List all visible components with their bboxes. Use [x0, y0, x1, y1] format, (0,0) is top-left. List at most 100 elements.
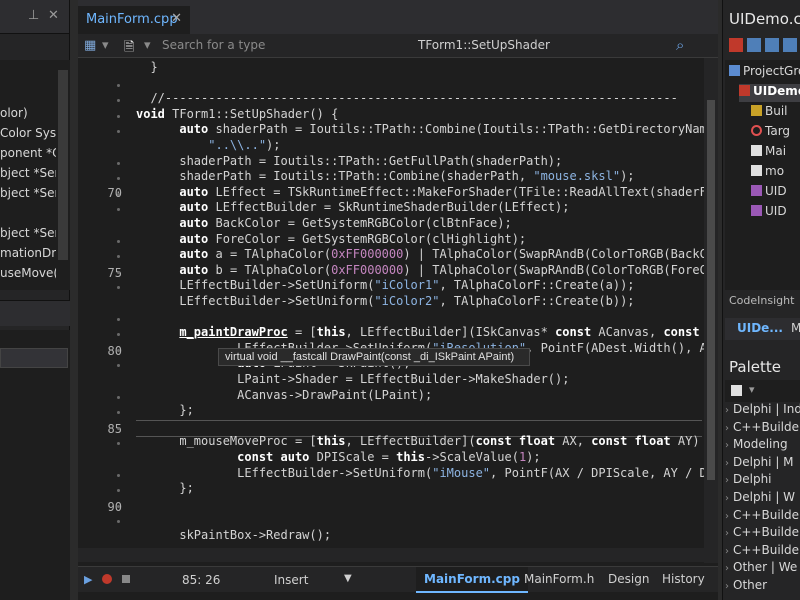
code-area[interactable]: } //------------------------------------…: [136, 58, 704, 563]
chevron-down-icon[interactable]: ▾: [144, 38, 151, 53]
palette-category[interactable]: › Delphi | W: [725, 490, 795, 508]
chevron-down-icon[interactable]: ▾: [749, 383, 755, 396]
palette-file-icon[interactable]: [731, 385, 742, 396]
grid-icon[interactable]: ▦: [84, 38, 96, 53]
code-line[interactable]: shaderPath = Ioutils::TPath::Combine(sha…: [136, 169, 634, 185]
code-line[interactable]: ACanvas->DrawPaint(LPaint);: [136, 388, 432, 404]
list-item[interactable]: olor): [0, 106, 56, 124]
code-line[interactable]: LPaint->Shader = LEffectBuilder->MakeSha…: [136, 372, 569, 388]
project-toolbar-icon[interactable]: [747, 38, 761, 52]
tree-item[interactable]: Buil: [751, 104, 788, 122]
code-line[interactable]: auto a = TAlphaColor(0xFF000000) | TAlph…: [136, 247, 704, 263]
chevron-right-icon[interactable]: ›: [725, 458, 729, 469]
pin-icon[interactable]: ⊥: [28, 8, 39, 23]
list-item[interactable]: bject *Send: [0, 226, 56, 244]
close-icon[interactable]: ✕: [48, 8, 59, 23]
code-line[interactable]: auto b = TAlphaColor(0xFF000000) | TAlph…: [136, 263, 704, 279]
code-line[interactable]: }: [136, 60, 157, 76]
tab-maincpp-bottom[interactable]: MainForm.cpp: [416, 567, 528, 593]
palette-category[interactable]: › C++Builde: [725, 543, 799, 561]
palette-category[interactable]: › Other | We: [725, 560, 797, 578]
play-icon[interactable]: ▶: [84, 573, 92, 586]
type-search-input[interactable]: Search for a type: [162, 38, 265, 52]
chevron-down-icon[interactable]: ▼: [344, 573, 352, 584]
code-line[interactable]: "..\\..");: [136, 138, 280, 154]
list-item[interactable]: Color Syste: [0, 126, 56, 144]
palette-category-label: C++Builde: [733, 542, 799, 557]
code-line[interactable]: m_mouseMoveProc = [this, LEffectBuilder]…: [136, 434, 700, 450]
left-scrollbar[interactable]: [58, 70, 68, 260]
palette-category[interactable]: › Delphi: [725, 472, 772, 490]
palette-category[interactable]: › Delphi | M: [725, 455, 794, 473]
palette-category[interactable]: › C++Builde: [725, 508, 799, 526]
vertical-scrollbar[interactable]: [704, 58, 718, 563]
record-icon[interactable]: [102, 574, 112, 584]
palette-category[interactable]: › C++Builde: [725, 525, 799, 543]
list-item[interactable]: ponent *Ov: [0, 146, 56, 164]
tree-item[interactable]: Targ: [751, 124, 790, 142]
chevron-right-icon[interactable]: ›: [725, 511, 729, 522]
code-line[interactable]: auto LEffect = TSkRuntimeEffect::MakeFor…: [136, 185, 704, 201]
palette-category[interactable]: › Modeling: [725, 437, 788, 455]
tab-mainh[interactable]: MainForm.h: [516, 567, 602, 593]
tree-item[interactable]: UIDemo: [739, 84, 800, 102]
right-tabs: UIDe... M: [725, 318, 800, 340]
code-line[interactable]: LEffectBuilder->SetUniform("iColor2", TA…: [136, 294, 634, 310]
chevron-right-icon[interactable]: ›: [725, 493, 729, 504]
chevron-right-icon[interactable]: ›: [725, 581, 729, 592]
palette-category[interactable]: › Delphi | Ind: [725, 402, 800, 420]
insert-mode[interactable]: Insert: [274, 573, 308, 587]
tree-item[interactable]: UID: [751, 204, 787, 222]
code-line[interactable]: auto BackColor = GetSystemRGBColor(clBtn…: [136, 216, 511, 232]
code-line[interactable]: auto shaderPath = Ioutils::TPath::Combin…: [136, 122, 704, 138]
tab-uidemo[interactable]: UIDe...: [737, 321, 783, 335]
list-item[interactable]: useMove(T: [0, 266, 56, 284]
close-tab-icon[interactable]: ✕: [171, 11, 182, 26]
tab-maincpp[interactable]: MainForm.cpp ✕: [78, 6, 190, 34]
code-line[interactable]: void TForm1::SetUpShader() {: [136, 107, 338, 123]
code-line[interactable]: LEffectBuilder->SetUniform("iColor1", TA…: [136, 278, 634, 294]
list-item[interactable]: mationDraw: [0, 246, 56, 264]
code-line[interactable]: skPaintBox->Redraw();: [136, 528, 331, 544]
method-selector[interactable]: TForm1::SetUpShader: [418, 38, 550, 52]
scroll-thumb[interactable]: [707, 100, 715, 480]
code-line[interactable]: auto ForeColor = GetSystemRGBColor(clHig…: [136, 232, 526, 248]
project-toolbar-icon[interactable]: [729, 38, 743, 52]
code-line[interactable]: };: [136, 403, 193, 419]
tree-item[interactable]: mo: [751, 164, 784, 182]
palette-category[interactable]: › Other: [725, 578, 767, 596]
chevron-down-icon[interactable]: ▾: [102, 38, 109, 53]
code-line[interactable]: shaderPath = Ioutils::TPath::GetFullPath…: [136, 154, 562, 170]
left-search-input[interactable]: [0, 348, 68, 368]
chevron-right-icon[interactable]: ›: [725, 423, 729, 434]
code-token: AY): [670, 434, 700, 449]
document-icon[interactable]: 🗎: [124, 38, 134, 60]
code-line[interactable]: LEffectBuilder->SetUniform("iMouse", Poi…: [136, 466, 704, 482]
chevron-right-icon[interactable]: ›: [725, 546, 729, 557]
project-toolbar-icon[interactable]: [765, 38, 779, 52]
search-icon[interactable]: ⌕: [676, 36, 684, 54]
chevron-right-icon[interactable]: ›: [725, 405, 729, 416]
horizontal-scrollbar[interactable]: [78, 548, 704, 562]
palette-category[interactable]: › C++Builde: [725, 420, 799, 438]
code-line[interactable]: auto LEffectBuilder = SkRuntimeShaderBui…: [136, 200, 569, 216]
list-item[interactable]: bject *Send: [0, 186, 56, 204]
code-line[interactable]: };: [136, 481, 194, 497]
code-line[interactable]: //--------------------------------------…: [136, 91, 677, 107]
code-line[interactable]: const auto DPIScale = this->ScaleValue(1…: [136, 450, 540, 466]
chevron-right-icon[interactable]: ›: [725, 475, 729, 486]
tree-item[interactable]: UID: [751, 184, 787, 202]
code-line[interactable]: m_paintDrawProc = [this, LEffectBuilder]…: [136, 325, 699, 341]
code-token: };: [136, 481, 194, 496]
chevron-right-icon[interactable]: ›: [725, 440, 729, 451]
tab-model[interactable]: M: [791, 321, 800, 335]
project-toolbar-icon[interactable]: [783, 38, 797, 52]
chevron-right-icon[interactable]: ›: [725, 563, 729, 574]
tab-history[interactable]: History: [654, 567, 713, 593]
tree-item[interactable]: ProjectGro: [729, 64, 800, 82]
tab-design[interactable]: Design: [600, 567, 657, 593]
stop-icon[interactable]: [122, 575, 130, 583]
list-item[interactable]: bject *Sen: [0, 166, 56, 184]
tree-item[interactable]: Mai: [751, 144, 786, 162]
chevron-right-icon[interactable]: ›: [725, 528, 729, 539]
